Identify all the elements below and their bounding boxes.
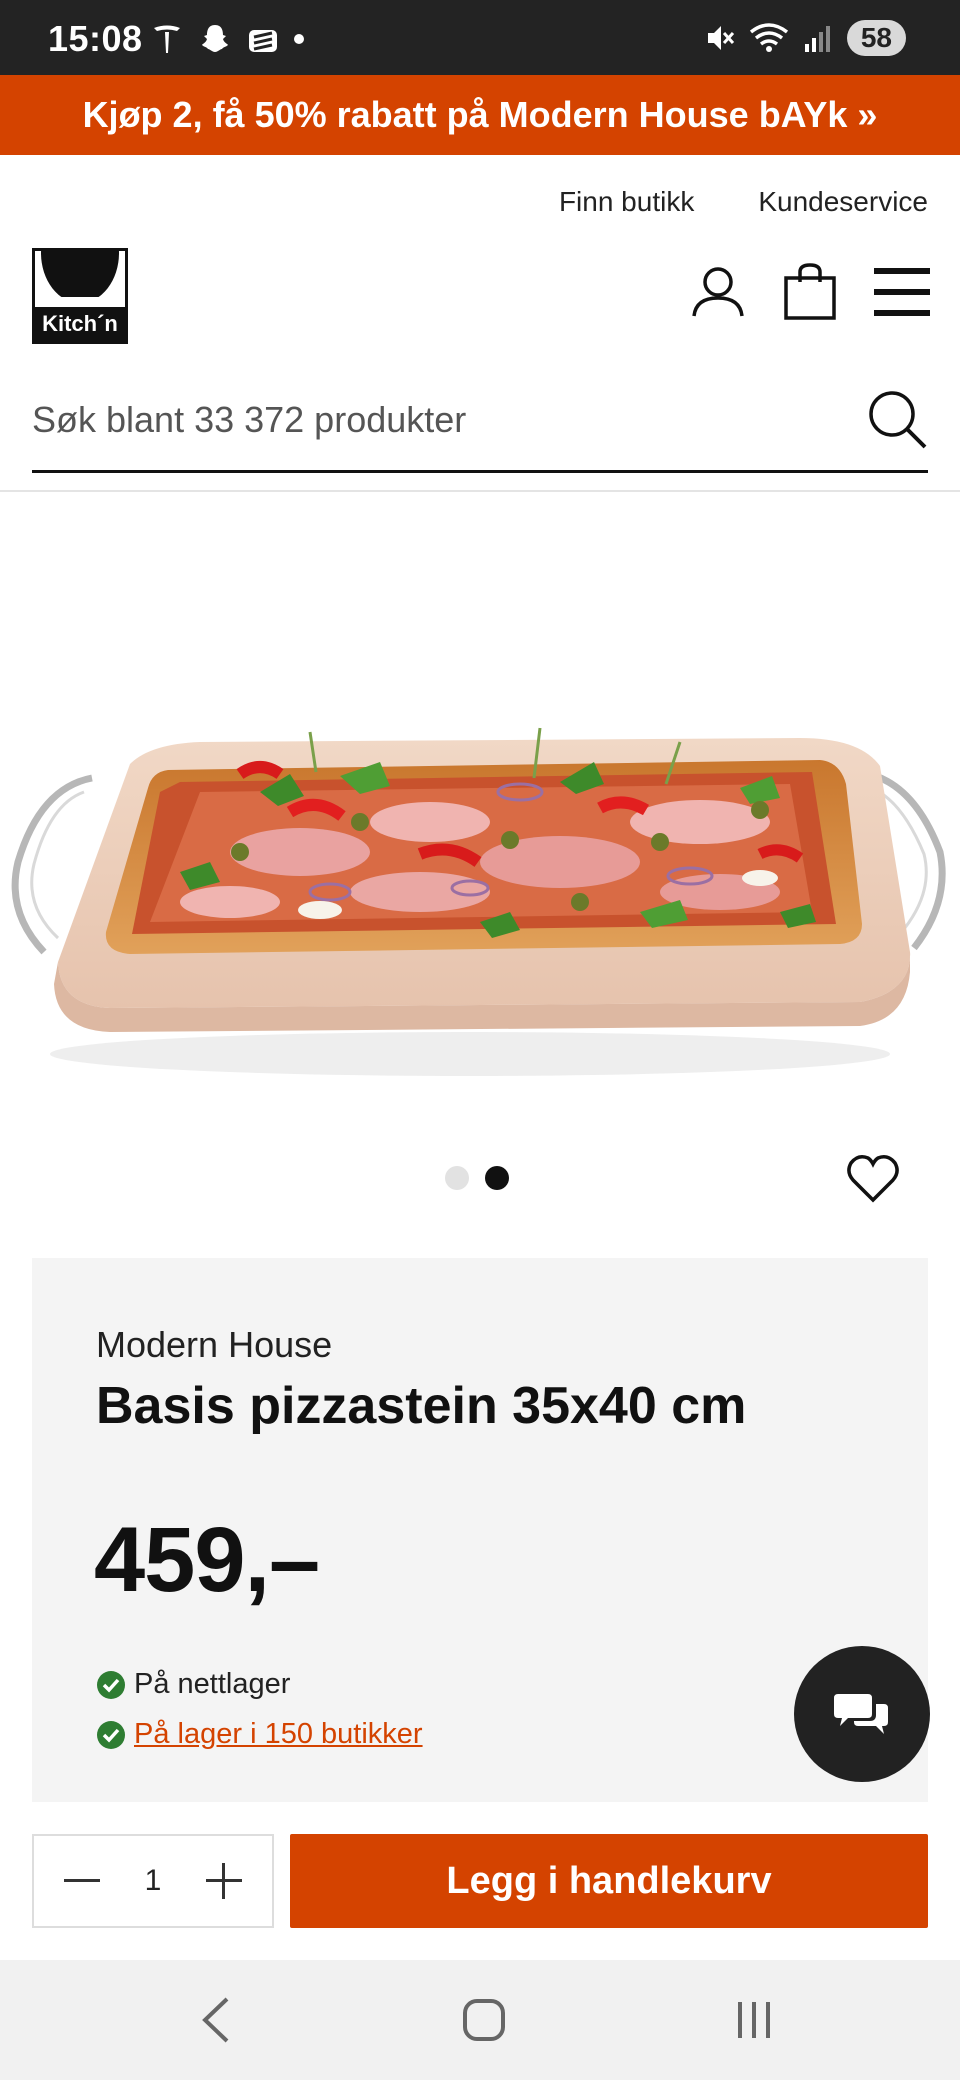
product-title: Basis pizzastein 35x40 cm: [96, 1377, 747, 1435]
minus-icon: [64, 1879, 100, 1882]
add-to-cart-button[interactable]: Legg i handlekurv: [290, 1834, 928, 1928]
status-left-icons: [150, 22, 304, 56]
stock-online: På nettlager: [96, 1668, 290, 1701]
quantity-value[interactable]: 1: [145, 1864, 162, 1898]
favorite-heart-icon[interactable]: [846, 1152, 900, 1206]
account-icon[interactable]: [688, 262, 748, 322]
product-image[interactable]: [0, 492, 960, 1182]
chat-button[interactable]: [794, 1646, 930, 1782]
decrease-quantity-button[interactable]: [60, 1859, 104, 1903]
logo-text: Kitch´n: [35, 307, 125, 341]
back-nav-icon[interactable]: [186, 1990, 246, 2050]
status-time: 15:08: [48, 18, 143, 59]
mute-icon: [707, 26, 734, 50]
search-icon[interactable]: [866, 388, 928, 450]
recents-nav-icon[interactable]: [724, 1990, 784, 2050]
stock-stores-link[interactable]: På lager i 150 butikker: [134, 1718, 423, 1751]
top-links: Finn butikk Kundeservice: [559, 186, 928, 218]
find-store-link[interactable]: Finn butikk: [559, 186, 694, 218]
customer-service-link[interactable]: Kundeservice: [758, 186, 928, 218]
product-brand[interactable]: Modern House: [96, 1324, 332, 1366]
snapchat-icon: [202, 25, 228, 52]
notification-dot: [294, 34, 304, 44]
promo-banner[interactable]: Kjøp 2, få 50% rabatt på Modern House bA…: [0, 75, 960, 155]
system-navigation-bar: [0, 1960, 960, 2080]
cart-icon[interactable]: [780, 262, 840, 322]
carousel-dot-2[interactable]: [485, 1166, 509, 1190]
search-bar: [32, 378, 928, 473]
header-actions: [688, 262, 932, 322]
wifi-icon: [749, 23, 788, 52]
search-input[interactable]: [32, 388, 852, 452]
menu-icon[interactable]: [872, 262, 932, 322]
stack-icon: [249, 30, 277, 52]
quantity-stepper: 1: [32, 1834, 274, 1928]
logo-bowl: [35, 251, 125, 297]
plus-icon: [206, 1863, 242, 1899]
site-logo[interactable]: Kitch´n: [32, 248, 128, 344]
check-circle-icon: [97, 1670, 125, 1699]
image-carousel-dots: [445, 1166, 509, 1190]
status-right-icons: 58: [705, 20, 906, 56]
product-price: 459,–: [94, 1509, 320, 1611]
increase-quantity-button[interactable]: [202, 1859, 246, 1903]
carousel-dot-1[interactable]: [445, 1166, 469, 1190]
status-bar: 15:08 58: [0, 0, 960, 75]
stock-online-label: På nettlager: [134, 1668, 291, 1700]
tesla-icon: [154, 25, 180, 53]
pizza-stone-image: [11, 727, 946, 1076]
check-circle-icon: [97, 1720, 125, 1749]
battery-indicator: 58: [846, 20, 906, 56]
stock-stores: På lager i 150 butikker: [96, 1718, 423, 1751]
signal-icon: [804, 26, 830, 52]
chat-bubbles-icon: [834, 1694, 888, 1734]
home-nav-icon[interactable]: [454, 1990, 514, 2050]
